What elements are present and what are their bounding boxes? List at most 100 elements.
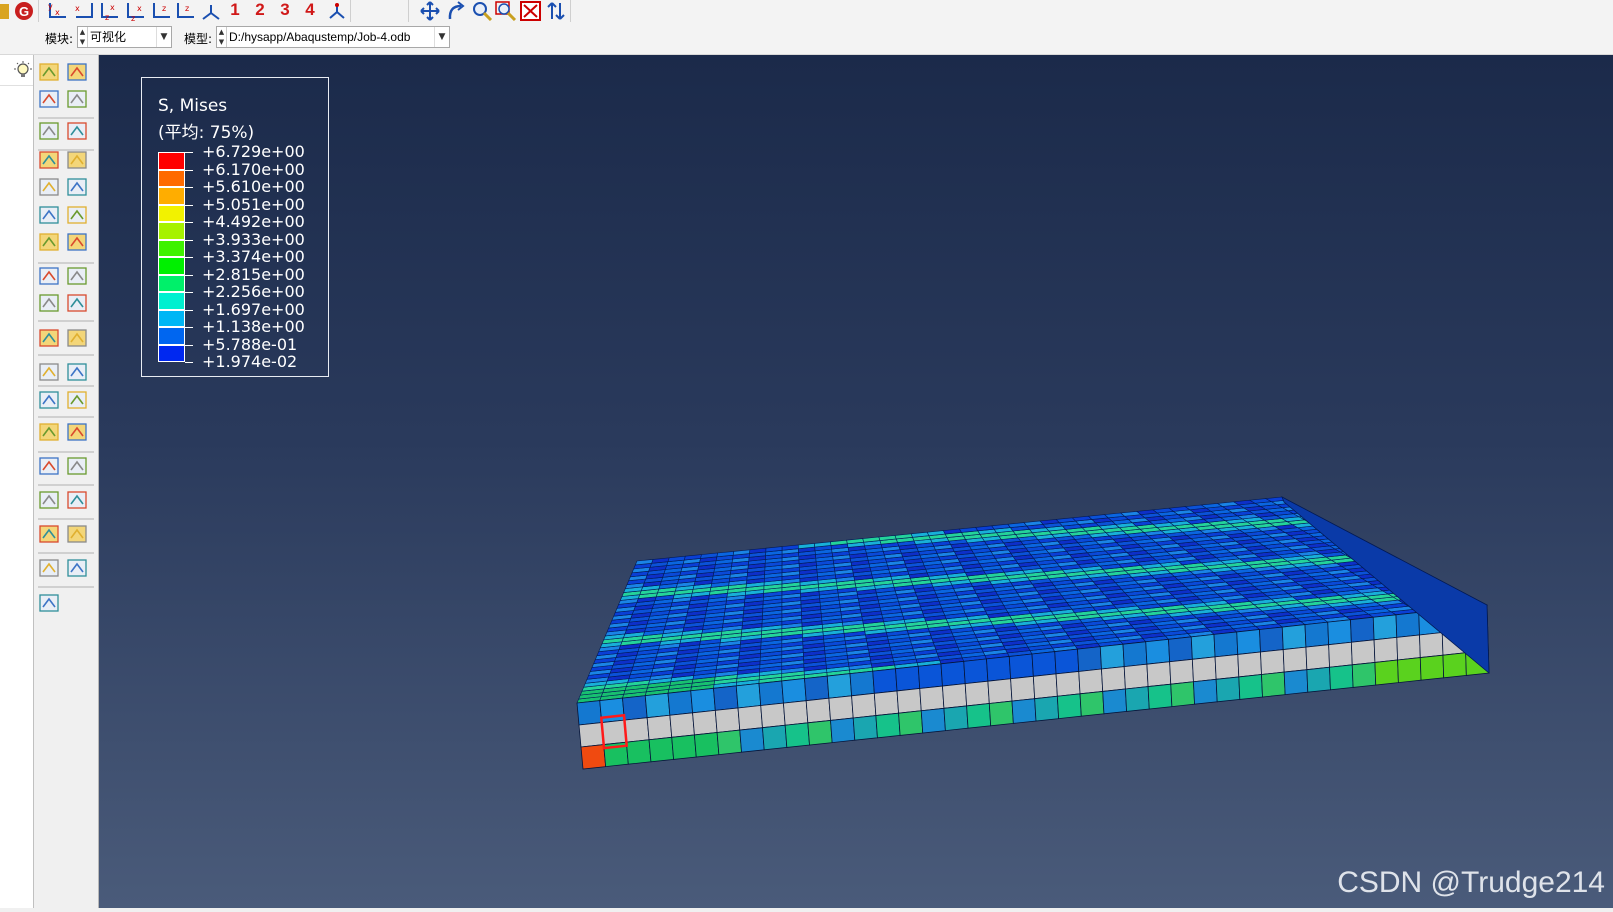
chevron-down-icon[interactable]: ▼	[434, 27, 449, 47]
view-xy-icon[interactable]: xy	[46, 0, 70, 22]
legend-swatch	[158, 152, 185, 170]
pan-icon[interactable]	[418, 0, 442, 22]
iso-view-icon[interactable]	[199, 0, 223, 22]
animate-scale-icon[interactable]	[67, 267, 87, 285]
swap-arrows-icon[interactable]	[544, 0, 568, 22]
lightbulb-icon[interactable]	[14, 61, 32, 79]
legend-tick	[185, 239, 193, 241]
view-4-button[interactable]: 4	[302, 0, 318, 21]
legend-value: +1.697e+00	[202, 299, 305, 319]
rotate-icon[interactable]	[444, 0, 468, 22]
model-spin-icon[interactable]: ▲ ▼	[217, 27, 227, 47]
active-steps-icon[interactable]	[39, 559, 59, 577]
legend-value: +5.610e+00	[202, 177, 305, 196]
display-group-icon[interactable]	[39, 457, 59, 475]
cycle-icon[interactable]	[326, 0, 348, 22]
view-zx-icon[interactable]: z	[150, 0, 174, 22]
model-select[interactable]: ▲ ▼ D:/hysapp/Abaqustemp/Job-4.odb ▼	[216, 26, 450, 48]
legend-tick	[185, 204, 193, 206]
g-logo-icon[interactable]: G	[13, 0, 35, 22]
legend-tick	[185, 222, 193, 223]
contour-plot-icon[interactable]	[39, 151, 59, 169]
query-probe-icon[interactable]	[39, 594, 59, 612]
coordinate-system-icon[interactable]	[39, 329, 59, 347]
view-toolbar: G xy x xz xz z z 1 2 3 4	[0, 0, 1613, 22]
svg-text:x: x	[110, 3, 115, 12]
animate-time-icon[interactable]	[39, 267, 59, 285]
orientation-options-icon[interactable]	[67, 206, 87, 224]
view-xz-icon[interactable]: z	[174, 0, 198, 22]
legend-tick	[185, 292, 193, 293]
module-select[interactable]: ▲ ▼ 可视化 ▼	[77, 26, 172, 48]
stream-manager-icon[interactable]	[67, 525, 87, 543]
view-1-button[interactable]: 1	[227, 0, 243, 21]
view-cut-icon[interactable]	[39, 423, 59, 441]
contour-plot-options-icon[interactable]	[67, 151, 87, 169]
deformed-icon[interactable]	[67, 122, 87, 140]
chevron-down-icon[interactable]: ▼	[156, 27, 171, 47]
svg-text:G: G	[19, 4, 29, 19]
legend-value: +6.729e+00	[202, 142, 305, 161]
legend-title: S, Mises	[158, 96, 228, 116]
module-label: 模块:	[45, 32, 74, 46]
animate-harmonic-icon[interactable]	[39, 294, 59, 312]
xy-data-icon[interactable]	[39, 363, 59, 381]
box-zoom-icon[interactable]	[494, 0, 518, 22]
plate-contour-icon[interactable]	[39, 90, 59, 108]
legend-tick	[185, 362, 193, 363]
auto-fit-icon[interactable]	[519, 0, 543, 22]
xy-plot-icon[interactable]	[67, 391, 87, 409]
model-select-value: D:/hysapp/Abaqustemp/Job-4.odb	[229, 30, 411, 44]
legend-value: +6.170e+00	[202, 159, 305, 179]
undeformed-icon[interactable]	[39, 122, 59, 140]
stream-icon[interactable]	[39, 525, 59, 543]
legend-value: +1.138e+00	[202, 317, 305, 336]
xy-manager-icon[interactable]	[67, 363, 87, 381]
legend-value: +2.256e+00	[202, 282, 305, 301]
legend-tick	[185, 344, 193, 346]
module-spin-icon[interactable]: ▲ ▼	[78, 27, 88, 47]
display-group-manager-icon[interactable]	[67, 457, 87, 475]
view-3-button[interactable]: 3	[277, 0, 293, 21]
legend-swatch	[158, 187, 185, 205]
material-orientation-icon[interactable]	[39, 206, 59, 224]
node-label-icon[interactable]	[39, 63, 59, 81]
legend-tick	[185, 187, 193, 188]
free-body-cut-icon[interactable]	[39, 491, 59, 509]
contour-options-icon[interactable]	[67, 90, 87, 108]
animate-options-icon[interactable]	[67, 294, 87, 312]
legend-value: +5.788e-01	[202, 334, 298, 354]
legend-tick	[185, 327, 193, 328]
legend-swatch	[158, 344, 185, 362]
legend-tick	[185, 309, 193, 311]
view-yx-icon[interactable]: x	[72, 0, 96, 22]
legend-swatch	[158, 257, 185, 275]
legend-tick	[185, 169, 193, 171]
svg-text:z: z	[185, 4, 189, 13]
free-body-manager-icon[interactable]	[67, 491, 87, 509]
viewport-canvas[interactable]: S, Mises (平均: 75%) +6.729e+00 +6.170e+00 +…	[99, 55, 1613, 908]
legend-value: +4.492e+00	[202, 212, 305, 231]
svg-text:z: z	[105, 13, 109, 21]
view-zy-icon[interactable]: xz	[98, 0, 122, 22]
zoom-icon[interactable]	[470, 0, 494, 22]
legend-swatch	[158, 292, 185, 310]
legend-swatch	[158, 327, 185, 345]
legend-tick	[185, 257, 193, 258]
app-icon[interactable]	[0, 0, 10, 22]
contour-legend: S, Mises (平均: 75%) +6.729e+00 +6.170e+00 +…	[141, 77, 329, 377]
element-label-icon[interactable]	[67, 63, 87, 81]
path-icon[interactable]	[39, 391, 59, 409]
overlay-options-icon[interactable]	[67, 233, 87, 251]
symbol-plot-icon[interactable]	[39, 178, 59, 196]
symbol-options-icon[interactable]	[67, 178, 87, 196]
view-yz-icon[interactable]: xz	[124, 0, 148, 22]
overlay-plot-icon[interactable]	[39, 233, 59, 251]
field-output-icon[interactable]	[67, 329, 87, 347]
view-2-button[interactable]: 2	[252, 0, 268, 21]
legend-value: +3.374e+00	[202, 247, 305, 266]
legend-value: +1.974e-02	[202, 352, 298, 371]
view-cut-manager-icon[interactable]	[67, 423, 87, 441]
svg-text:x: x	[55, 8, 60, 17]
step-options-icon[interactable]	[67, 559, 87, 577]
